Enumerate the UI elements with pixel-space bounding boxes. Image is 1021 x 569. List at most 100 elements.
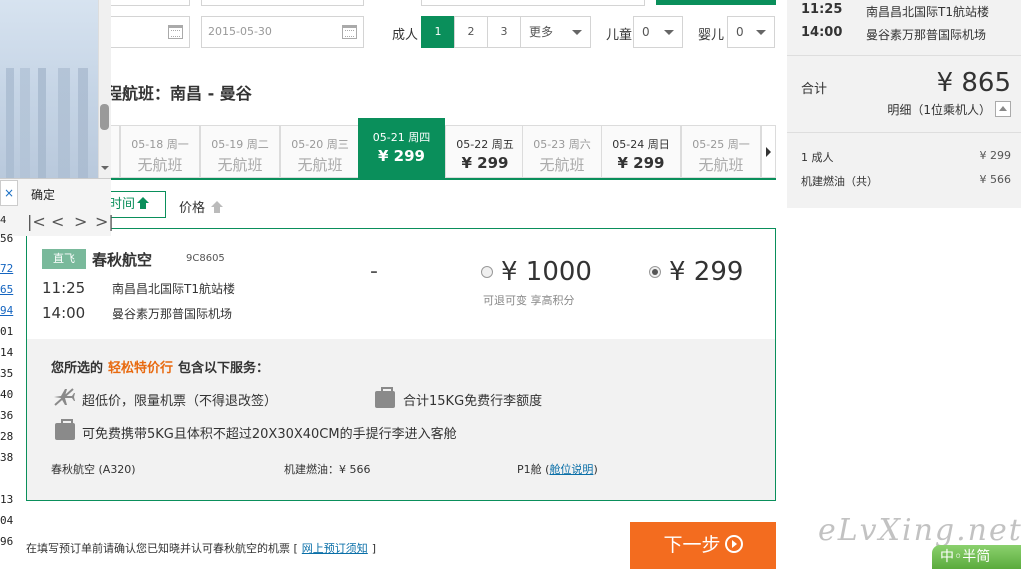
summary-detail-toggle[interactable]: 明细（1位乘机人） (887, 101, 991, 118)
date-tab-date: 05-20 周三 (291, 138, 349, 151)
route-title: 程航班：南昌 - 曼谷 (106, 84, 252, 103)
aircraft-type: 春秋航空 (A320) (51, 463, 136, 476)
background-code-gutter: 56 72 65 94 01 14 35 40 28 36 38 13 04 9… (0, 232, 20, 569)
date-tab[interactable]: 05-22 周五 ¥ 299 (445, 125, 525, 178)
gutter-line: 04 (0, 514, 14, 527)
adult-label: 成人 (392, 28, 419, 43)
luggage-icon (375, 387, 395, 408)
date-tab-date: 05-22 周五 (456, 138, 514, 151)
infant-select[interactable]: 0 (727, 16, 775, 48)
nonstop-badge: 直飞 (42, 249, 86, 269)
next-step-button[interactable]: 下一步 (630, 522, 776, 569)
first-page-icon[interactable]: |< (27, 214, 46, 230)
date-tab-date: 05-25 周一 (692, 138, 750, 151)
date-tab-price: 无航班 (539, 156, 585, 174)
date-strip-next-button[interactable] (761, 125, 776, 178)
date-tab-price: ¥ 299 (461, 154, 509, 172)
confirm-button[interactable]: 确定 (31, 186, 55, 203)
gutter-line: 13 (0, 493, 14, 506)
prev-page-icon[interactable]: < (51, 214, 64, 230)
overlay-scrollbar-thumb[interactable] (100, 104, 109, 130)
date-tab-active[interactable]: 05-21 周四 ¥ 299 (358, 118, 445, 178)
price-summary-panel: 11:25 南昌昌北国际T1航站楼 14:00 曼谷素万那普国际机场 合计 ¥ … (787, 0, 1021, 208)
date-tab[interactable]: 05-23 周六 无航班 (522, 125, 602, 178)
airline-name: 春秋航空 (92, 251, 153, 269)
fare-budget-radio[interactable] (649, 266, 661, 278)
summary-arrival-airport: 曼谷素万那普国际机场 (866, 28, 987, 42)
arrow-right-circle-icon (724, 535, 743, 553)
no-refund-plane-icon (54, 388, 75, 406)
last-page-icon[interactable]: >| (95, 214, 114, 230)
ime-status-bar[interactable]: 中◦半简 (932, 545, 1021, 569)
gutter-line: 40 (0, 388, 14, 401)
services-title-pre: 您所选的 (51, 361, 104, 376)
gutter-line: 14 (0, 346, 14, 359)
date-tab[interactable]: 05-20 周三 无航班 (280, 125, 360, 178)
fare-flex-note: 可退可变 享高积分 (483, 294, 575, 307)
booking-terms-link[interactable]: 网上预订须知 (302, 542, 368, 555)
date-tab[interactable]: 05-24 周日 ¥ 299 (601, 125, 681, 178)
date-strip: 05-18 周一 无航班 05-19 周二 无航班 05-20 周三 无航班 0… (100, 118, 776, 180)
date-picker-overlay: × 确定 4 |< < > >| (0, 0, 114, 236)
fare-flex-price[interactable]: ¥ 1000 (501, 257, 592, 287)
child-label: 儿童 (606, 28, 633, 43)
date-tab[interactable]: 05-25 周一 无航班 (681, 125, 761, 178)
next-page-icon[interactable]: > (74, 214, 87, 230)
services-title-post: 包含以下服务： (178, 361, 270, 376)
cabin-info-link[interactable]: 舱位说明 (549, 463, 593, 476)
summary-adult-label: 1 成人 (801, 151, 834, 164)
cabin-class: P1舱 (舱位说明) (517, 463, 598, 476)
sort-by-price-button[interactable]: 价格 (179, 197, 224, 216)
chevron-down-icon (664, 30, 674, 35)
service-item-price: 超低价，限量机票（不得退改签） (82, 394, 278, 409)
child-value: 0 (642, 25, 650, 39)
summary-total-value: ¥ 865 (936, 68, 1011, 98)
calendar-icon[interactable] (342, 25, 357, 39)
gutter-line[interactable]: 72 (0, 262, 13, 275)
gutter-line: 36 (0, 409, 14, 422)
date-tab-date: 05-21 周四 (372, 131, 431, 144)
date-tab-price: ¥ 299 (617, 154, 665, 172)
depart-date-input[interactable] (110, 16, 190, 48)
date-tab-price: 无航班 (217, 156, 263, 174)
overlay-page-number: 4 (0, 215, 7, 226)
service-item-baggage: 合计15KG免费行李额度 (403, 394, 543, 409)
date-tab[interactable]: 05-19 周二 无航班 (200, 125, 280, 178)
adult-more-select[interactable]: 更多 (520, 16, 591, 48)
gutter-line[interactable]: 65 (0, 283, 13, 296)
infant-value: 0 (736, 25, 744, 39)
departure-time: 11:25 (42, 279, 86, 297)
close-icon[interactable]: × (0, 180, 18, 206)
departure-airport: 南昌昌北国际T1航站楼 (112, 282, 235, 296)
summary-departure-time: 11:25 (801, 2, 843, 17)
fare-flex-radio[interactable] (481, 266, 493, 278)
booking-agreement: 在填写预订单前请确认您已知晓并认可春秋航空的机票 [网上预订须知] (26, 540, 376, 556)
calendar-icon[interactable] (168, 25, 183, 39)
child-select[interactable]: 0 (633, 16, 683, 48)
arrow-up-icon (137, 197, 150, 209)
summary-departure-airport: 南昌昌北国际T1航站楼 (866, 5, 989, 19)
gutter-line: 38 (0, 451, 14, 464)
adult-count-1[interactable]: 1 (421, 16, 455, 48)
fare-budget-price[interactable]: ¥ 299 (669, 257, 743, 287)
carry-on-bag-icon (55, 419, 75, 440)
sort-price-label: 价格 (179, 201, 206, 216)
overlay-scrollbar[interactable] (98, 0, 111, 178)
scroll-down-icon[interactable] (101, 166, 109, 170)
adult-count-2[interactable]: 2 (454, 16, 488, 48)
service-item-carry-on: 可免费携带5KG且体积不超过20X30X40CM的手提行李进入客舱 (82, 427, 457, 442)
date-tab[interactable]: 05-18 周一 无航班 (120, 125, 200, 178)
chevron-down-icon (756, 30, 766, 35)
collapse-icon[interactable] (995, 101, 1011, 117)
next-step-label: 下一步 (663, 534, 721, 556)
summary-divider (787, 55, 1021, 56)
return-date-input[interactable]: 2015-05-30 (201, 16, 364, 48)
date-tab-date: 05-19 周二 (211, 138, 269, 151)
gutter-line: 01 (0, 325, 14, 338)
agreement-text-pre: 在填写预订单前请确认您已知晓并认可春秋航空的机票 [ (26, 542, 298, 555)
summary-divider (787, 132, 1021, 133)
arrow-up-icon (211, 201, 224, 213)
adult-count-3[interactable]: 3 (487, 16, 521, 48)
gutter-line[interactable]: 94 (0, 304, 13, 317)
search-button-edge[interactable] (656, 0, 776, 5)
